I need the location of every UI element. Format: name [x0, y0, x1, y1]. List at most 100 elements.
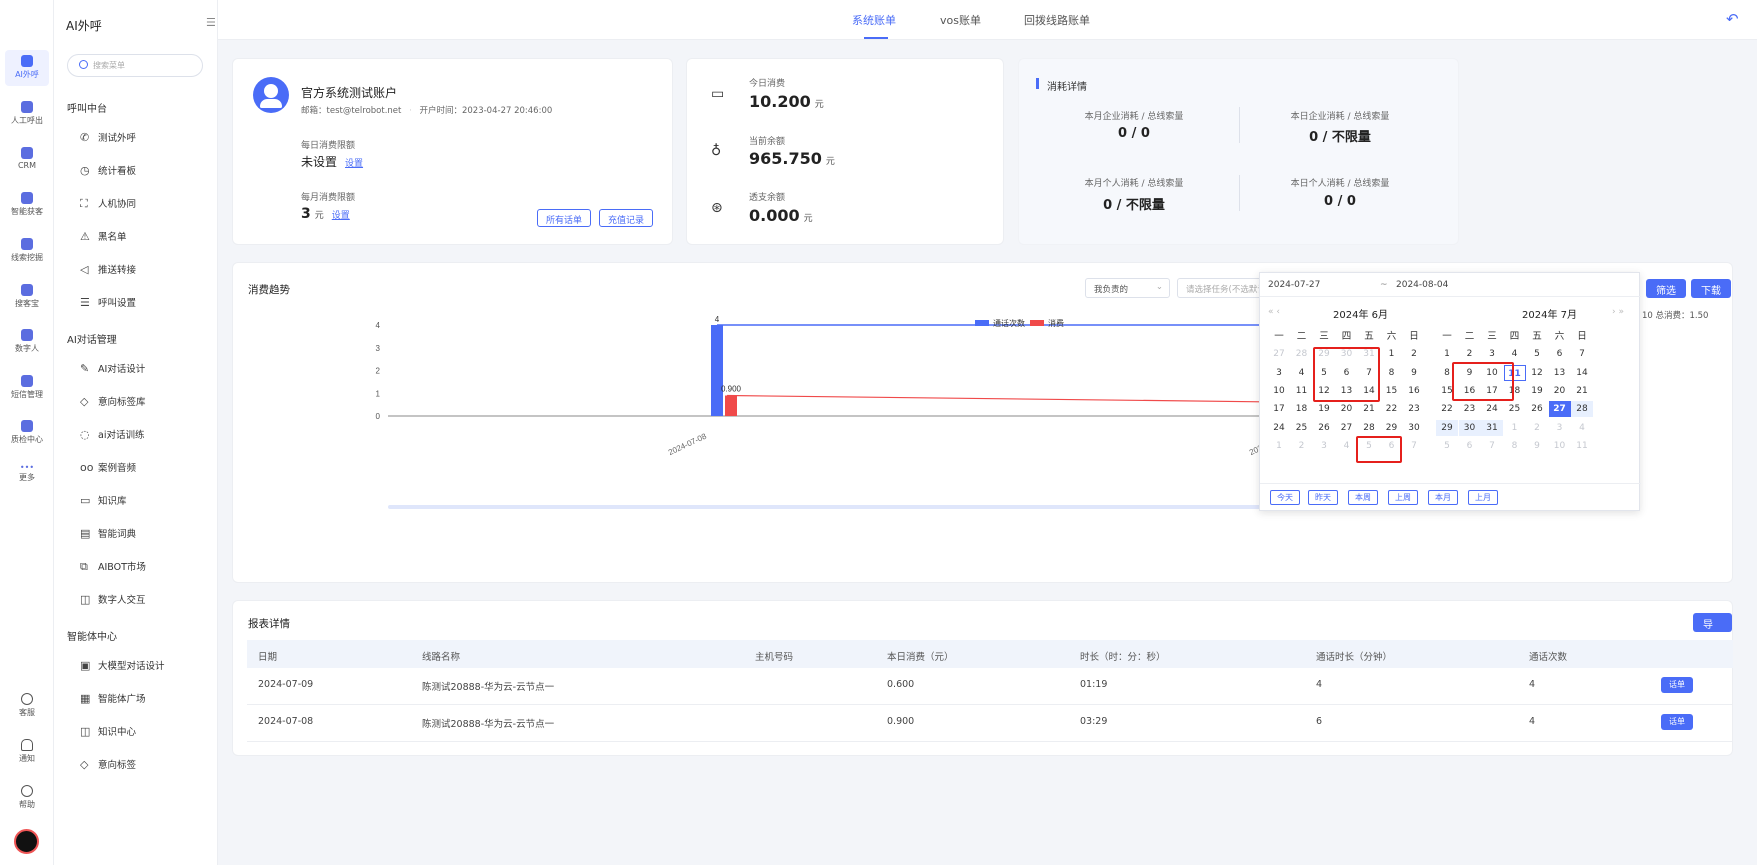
quick-yesterday-button[interactable]: 昨天 — [1308, 490, 1338, 505]
menu-item-aibot-market[interactable]: ⧉ AIBOT市场 — [80, 557, 146, 577]
calendar-day[interactable]: 21 — [1571, 383, 1593, 399]
menu-search-input[interactable]: 搜索菜单 — [67, 54, 203, 77]
menu-item-llm-design[interactable]: ▣ 大模型对话设计 — [80, 656, 165, 676]
menu-item-agent-square[interactable]: ▦ 智能体广场 — [80, 689, 146, 709]
calendar-day[interactable]: 1 — [1268, 438, 1290, 454]
calendar-day[interactable]: 7 — [1403, 438, 1425, 454]
rail-item-qc[interactable]: 质检中心 — [0, 420, 54, 445]
menu-item-dialog-design[interactable]: ✎ AI对话设计 — [80, 359, 145, 379]
menu-item-dashboard[interactable]: ◷ 统计看板 — [80, 161, 136, 181]
calendar-day[interactable]: 2 — [1403, 346, 1425, 362]
filter-button[interactable]: 筛选 — [1646, 279, 1686, 298]
calendar-day[interactable]: 19 — [1313, 401, 1335, 417]
calendar-day[interactable]: 22 — [1381, 401, 1403, 417]
date-range-input[interactable]: 2024-07-27 ~ 2024-08-04 — [1260, 273, 1641, 297]
calendar-day[interactable]: 18 — [1291, 401, 1313, 417]
calendar-day[interactable]: 2 — [1291, 438, 1313, 454]
menu-item-test-call[interactable]: ✆ 测试外呼 — [80, 128, 136, 148]
calendar-day[interactable]: 21 — [1358, 401, 1380, 417]
calendar-day[interactable]: 31 — [1481, 420, 1503, 436]
calendar-day[interactable]: 23 — [1403, 401, 1425, 417]
calendar-day[interactable]: 20 — [1336, 401, 1358, 417]
calendar-day[interactable]: 9 — [1526, 438, 1548, 454]
calendar-day[interactable]: 30 — [1403, 420, 1425, 436]
calendar-day[interactable]: 19 — [1526, 383, 1548, 399]
rail-item-crm[interactable]: CRM — [0, 147, 54, 170]
calendar-day[interactable]: 30 — [1458, 420, 1481, 436]
calendar-day[interactable]: 29 — [1436, 420, 1458, 436]
calendar-day[interactable]: 8 — [1504, 438, 1526, 454]
calendar-day[interactable]: 16 — [1403, 383, 1425, 399]
calendar-day[interactable]: 3 — [1268, 365, 1290, 381]
rail-item-more[interactable]: ••• 更多 — [0, 463, 54, 483]
menu-item-transfer[interactable]: ◁ 推送转接 — [80, 260, 136, 280]
menu-item-knowledge[interactable]: ▭ 知识库 — [80, 491, 127, 511]
calendar-day[interactable]: 10 — [1268, 383, 1290, 399]
calendar-day[interactable]: 11 — [1291, 383, 1313, 399]
rail-item-digital-human[interactable]: 数字人 — [0, 329, 54, 354]
calendar-day[interactable]: 9 — [1403, 365, 1425, 381]
rail-item-soukebao[interactable]: 搜客宝 — [0, 284, 54, 309]
calendar-day[interactable]: 22 — [1436, 401, 1458, 417]
calendar-day[interactable]: 15 — [1381, 383, 1403, 399]
rail-item-leads[interactable]: 线索挖掘 — [0, 238, 54, 263]
end-date-input[interactable]: 2024-08-04 — [1396, 280, 1448, 290]
calendar-day[interactable]: 4 — [1336, 438, 1358, 454]
calendar-day[interactable]: 20 — [1549, 383, 1571, 399]
rail-item-support[interactable]: 客服 — [0, 693, 54, 718]
menu-item-digital-interact[interactable]: ◫ 数字人交互 — [80, 590, 146, 610]
calendar-day[interactable]: 2 — [1526, 420, 1548, 436]
quick-last-week-button[interactable]: 上周 — [1388, 490, 1418, 505]
tab-callback-bill[interactable]: 回拨线路账单 — [1024, 12, 1090, 28]
calendar-day[interactable]: 5 — [1526, 346, 1548, 362]
quick-this-week-button[interactable]: 本周 — [1348, 490, 1378, 505]
collapse-menu-icon[interactable]: ☰ — [206, 16, 216, 29]
calendar-day[interactable]: 3 — [1549, 420, 1571, 436]
calendar-day[interactable]: 24 — [1268, 420, 1290, 436]
calendar-day[interactable]: 1 — [1381, 346, 1403, 362]
calendar-day[interactable]: 28 — [1571, 401, 1593, 417]
start-date-input[interactable]: 2024-07-27 — [1268, 280, 1320, 290]
calendar-day[interactable]: 6 — [1549, 346, 1571, 362]
calendar-day[interactable]: 25 — [1291, 420, 1313, 436]
quick-today-button[interactable]: 今天 — [1270, 490, 1300, 505]
task-select[interactable]: 请选择任务(不选默认全部) — [1177, 278, 1263, 298]
calendar-day[interactable]: 17 — [1268, 401, 1290, 417]
calendar-day[interactable]: 3 — [1313, 438, 1335, 454]
calendar-day[interactable]: 24 — [1481, 401, 1503, 417]
calendar-day[interactable]: 14 — [1571, 365, 1593, 381]
daily-limit-set-link[interactable]: 设置 — [345, 159, 363, 169]
download-button[interactable]: 下载 — [1691, 279, 1731, 298]
rail-item-acquire[interactable]: 智能获客 — [0, 192, 54, 217]
calendar-day[interactable]: 29 — [1381, 420, 1403, 436]
rail-item-ai-call[interactable]: AI外呼 — [0, 55, 54, 80]
calendar-day[interactable]: 6 — [1459, 438, 1481, 454]
menu-item-blacklist[interactable]: ⚠ 黑名单 — [80, 227, 127, 247]
calendar-day[interactable]: 23 — [1459, 401, 1481, 417]
menu-item-ai-training[interactable]: ◌ ai对话训练 — [80, 425, 144, 445]
calendar-day[interactable]: 27 — [1548, 401, 1571, 417]
calendar-day[interactable]: 3 — [1481, 346, 1503, 362]
calendar-day[interactable]: 27 — [1268, 346, 1290, 362]
calendar-day[interactable]: 7 — [1481, 438, 1503, 454]
calendar-day[interactable]: 13 — [1549, 365, 1571, 381]
calendar-day[interactable]: 26 — [1526, 401, 1548, 417]
calendar-day[interactable]: 4 — [1291, 365, 1313, 381]
rail-item-sms[interactable]: 短信管理 — [0, 375, 54, 400]
rail-item-help[interactable]: 帮助 — [0, 785, 54, 810]
menu-item-knowledge-center[interactable]: ◫ 知识中心 — [80, 722, 136, 742]
avatar[interactable] — [14, 829, 39, 854]
menu-item-intent-tags[interactable]: ◇ 意向标签库 — [80, 392, 146, 412]
bill-detail-button[interactable]: 话单 — [1661, 677, 1693, 693]
tab-vos-bill[interactable]: vos账单 — [940, 12, 981, 28]
back-icon[interactable]: ↶ — [1726, 10, 1739, 28]
calendar-day[interactable]: 28 — [1291, 346, 1313, 362]
calendar-day[interactable]: 26 — [1313, 420, 1335, 436]
menu-item-call-settings[interactable]: ☰ 呼叫设置 — [80, 293, 136, 313]
bill-detail-button[interactable]: 话单 — [1661, 714, 1693, 730]
calendar-day[interactable]: 27 — [1336, 420, 1358, 436]
monthly-limit-set-link[interactable]: 设置 — [332, 211, 350, 221]
calendar-day[interactable]: 2 — [1459, 346, 1481, 362]
owner-select[interactable]: 我负责的 ⌄ — [1085, 278, 1170, 298]
menu-item-audio-cases[interactable]: oo 案例音频 — [80, 458, 136, 478]
